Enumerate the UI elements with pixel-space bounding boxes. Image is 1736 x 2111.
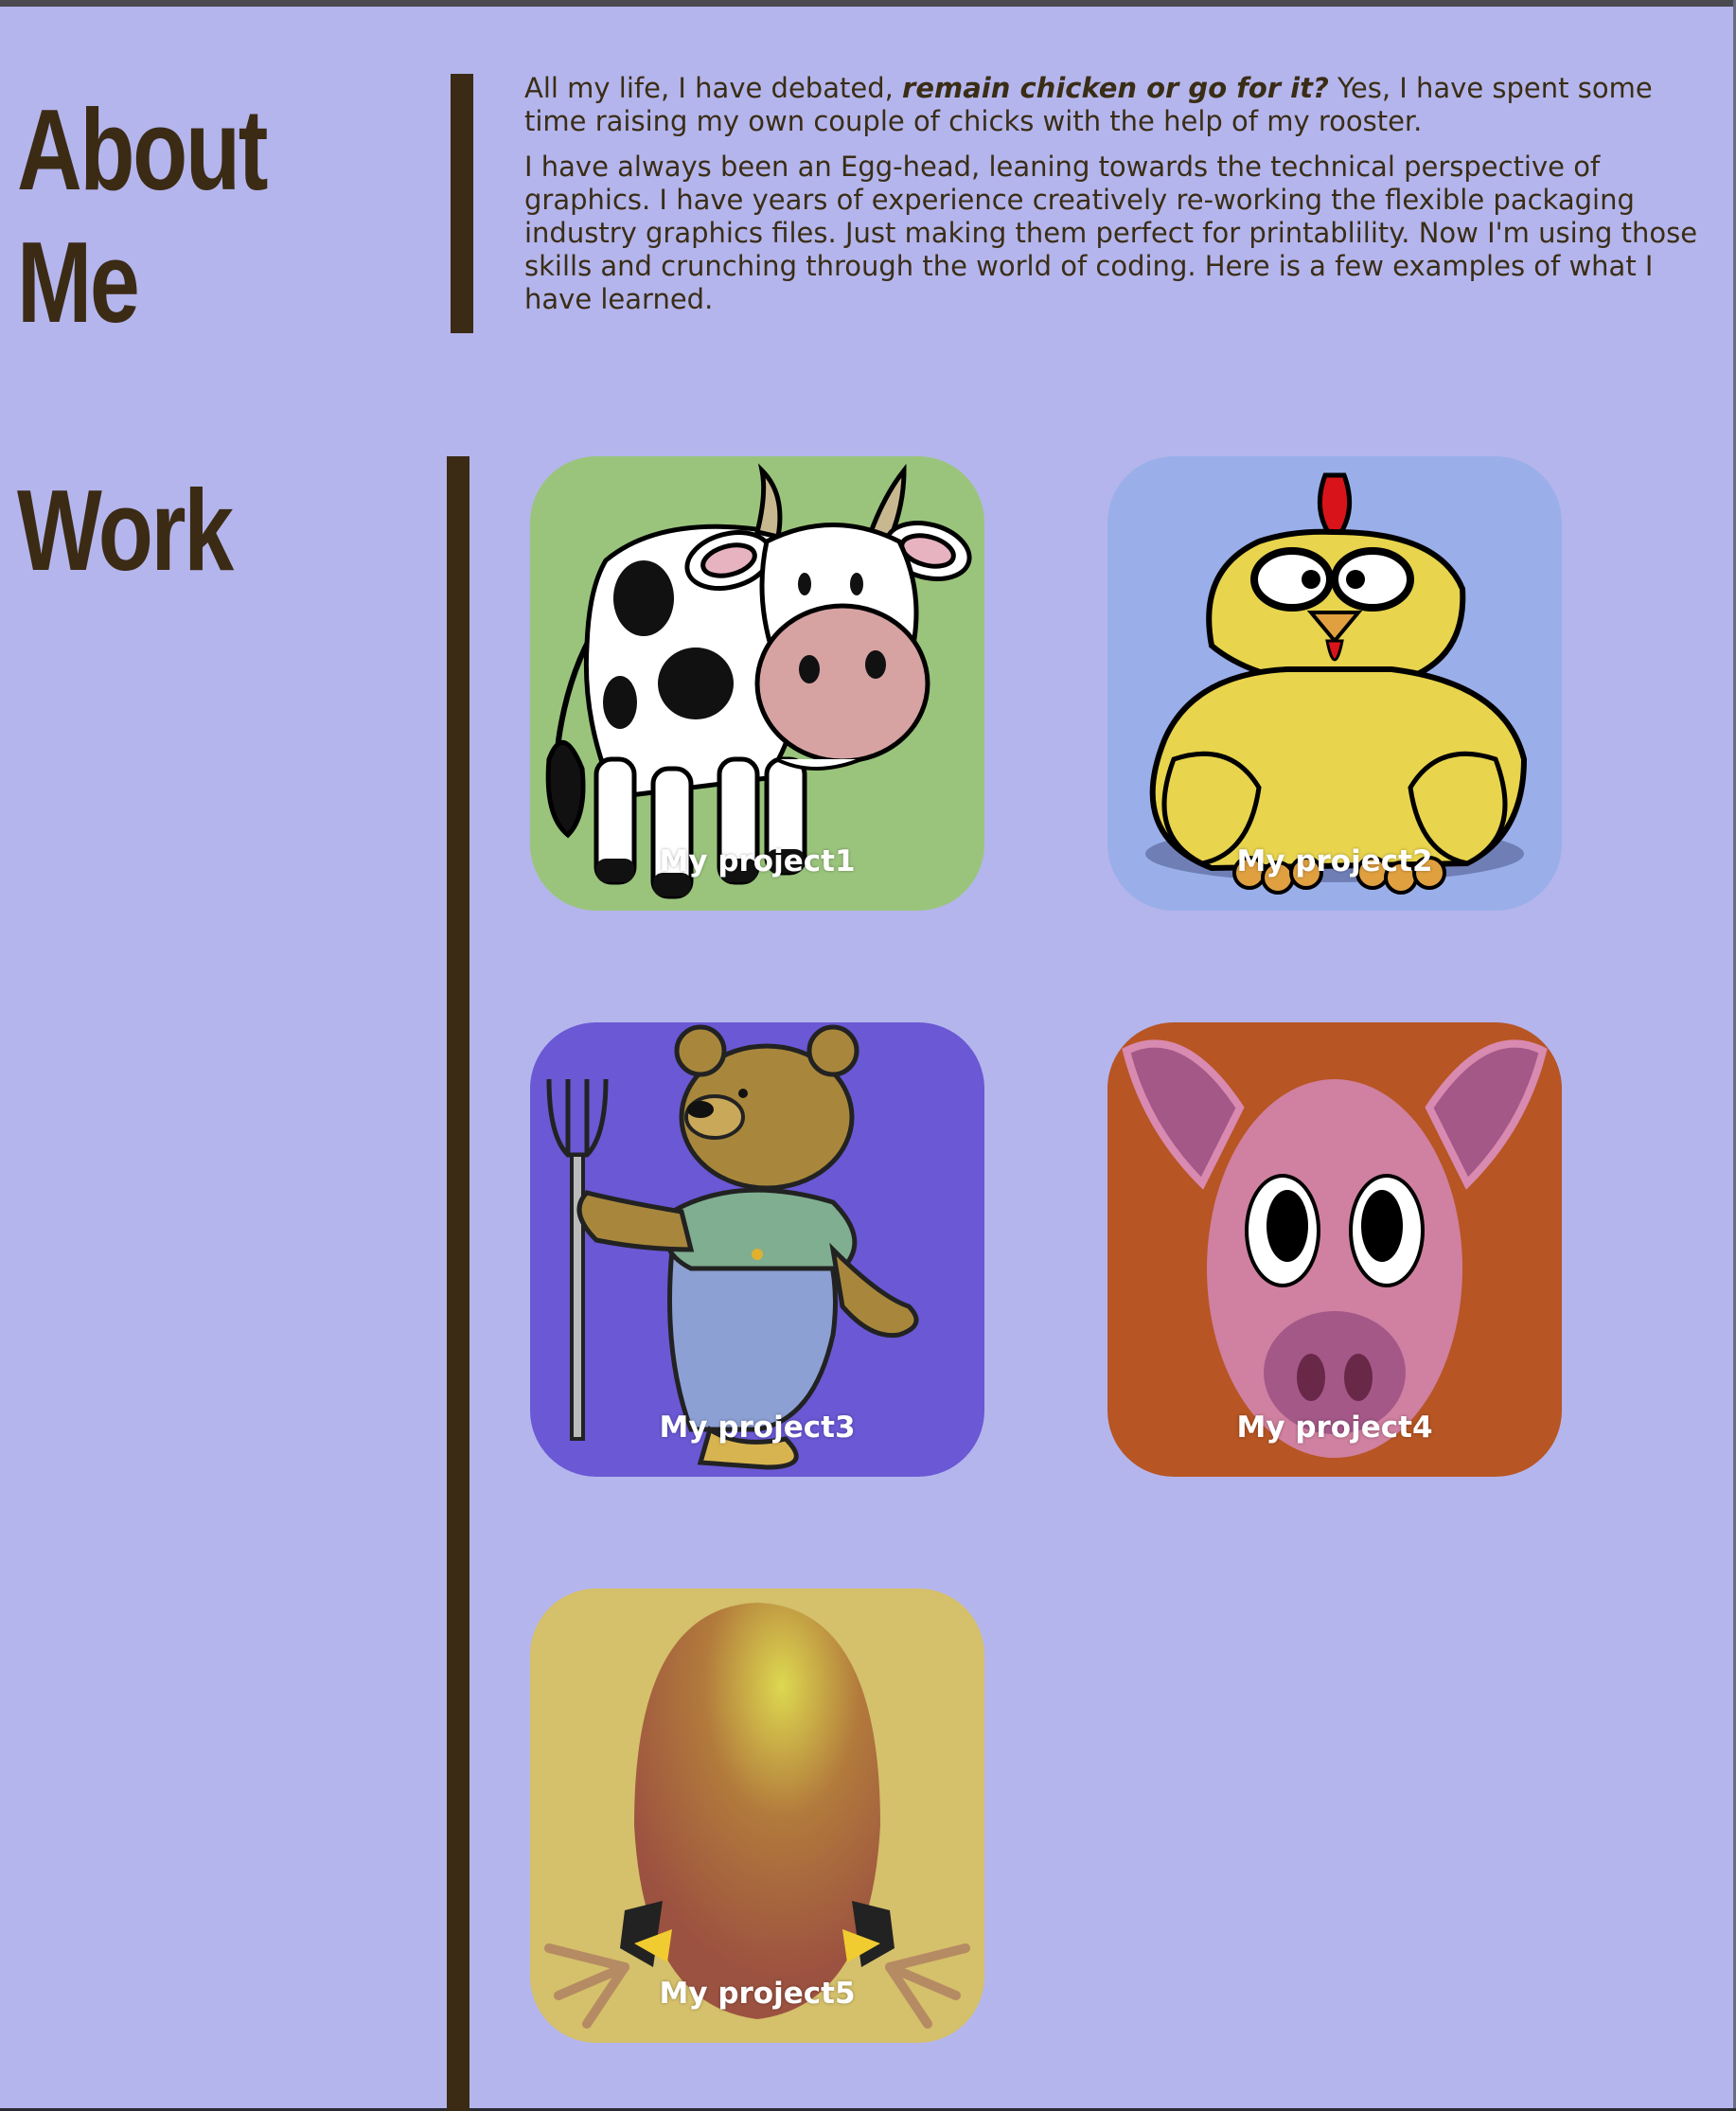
about-text: All my life, I have debated, remain chic… bbox=[524, 72, 1698, 328]
egg-icon bbox=[544, 1603, 970, 2029]
bear-farmer-icon bbox=[546, 1024, 919, 1470]
about-heading-line2: Me bbox=[17, 218, 140, 346]
work-heading: Work bbox=[17, 466, 234, 594]
project-card-1[interactable]: My project1 bbox=[530, 456, 984, 911]
project-card-2[interactable]: My project2 bbox=[1107, 456, 1562, 911]
cow-icon bbox=[545, 463, 972, 899]
project-4-label: My project4 bbox=[1236, 1410, 1433, 1445]
about-p1-emphasis: remain chicken or go for it? bbox=[902, 72, 1329, 104]
about-heading: About Me bbox=[17, 83, 268, 348]
project-card-3[interactable]: My project3 bbox=[530, 1022, 984, 1477]
about-p1-text: All my life, I have debated, bbox=[524, 72, 903, 104]
about-paragraph-2: I have always been an Egg-head, leaning … bbox=[524, 151, 1698, 315]
pig-icon bbox=[1122, 1039, 1548, 1458]
project-1-label: My project1 bbox=[659, 844, 856, 878]
project-5-label: My project5 bbox=[659, 1977, 856, 2011]
project-3-label: My project3 bbox=[659, 1410, 856, 1445]
window-top-bar bbox=[0, 0, 1736, 7]
chicken-icon bbox=[1145, 472, 1528, 895]
about-divider bbox=[451, 74, 473, 333]
project-2-label: My project2 bbox=[1236, 844, 1433, 878]
about-heading-line1: About bbox=[17, 85, 268, 214]
project-card-5[interactable]: My project5 bbox=[530, 1588, 984, 2043]
project-card-4[interactable]: My project4 bbox=[1107, 1022, 1562, 1477]
work-divider bbox=[447, 456, 469, 2111]
about-paragraph-1: All my life, I have debated, remain chic… bbox=[524, 72, 1698, 138]
